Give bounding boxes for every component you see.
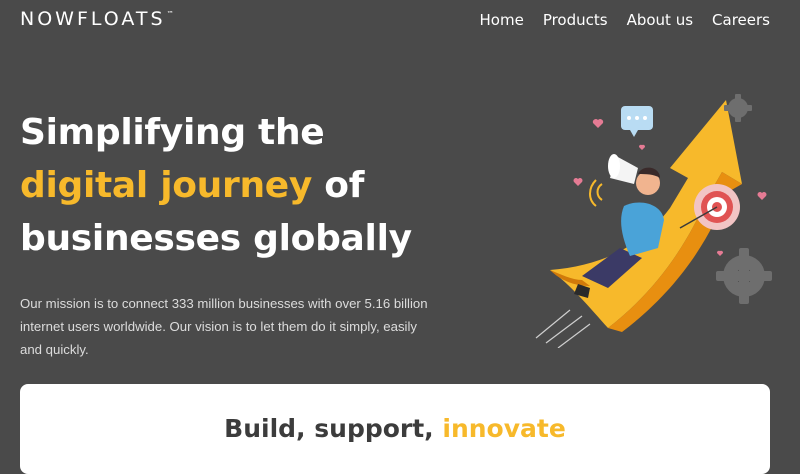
hero-line-1: Simplifying the (20, 112, 325, 153)
top-bar: NOWFLOATS™ Home Products About us Career… (0, 0, 800, 40)
speed-lines-icon (535, 309, 591, 349)
hero-illustration (530, 88, 780, 349)
nav-products-link[interactable]: Products (543, 11, 608, 29)
nav-home-link[interactable]: Home (480, 11, 524, 29)
section-title-plain: Build, support, (224, 414, 443, 443)
nav-about-link[interactable]: About us (627, 11, 693, 29)
logo-text: NOWFLOATS (20, 8, 166, 30)
hero-title: Simplifying the digital journey of busin… (20, 106, 412, 265)
hero-highlight: digital journey (20, 165, 313, 206)
section-title-highlight: innovate (442, 414, 566, 443)
hero-line-3: businesses globally (20, 218, 412, 259)
mission-text: Our mission is to connect 333 million bu… (20, 296, 428, 357)
features-card: Build, support, innovate (20, 384, 770, 474)
trademark: ™ (166, 10, 174, 18)
brand-logo[interactable]: NOWFLOATS™ (20, 8, 174, 30)
section-title: Build, support, innovate (20, 414, 770, 443)
chat-bubble-icon (621, 106, 653, 137)
nav-careers-link[interactable]: Careers (712, 11, 770, 29)
hero-line-2-rest: of (312, 165, 365, 206)
megaphone-icon (589, 154, 638, 207)
main-nav: Home Products About us Careers (480, 11, 770, 29)
